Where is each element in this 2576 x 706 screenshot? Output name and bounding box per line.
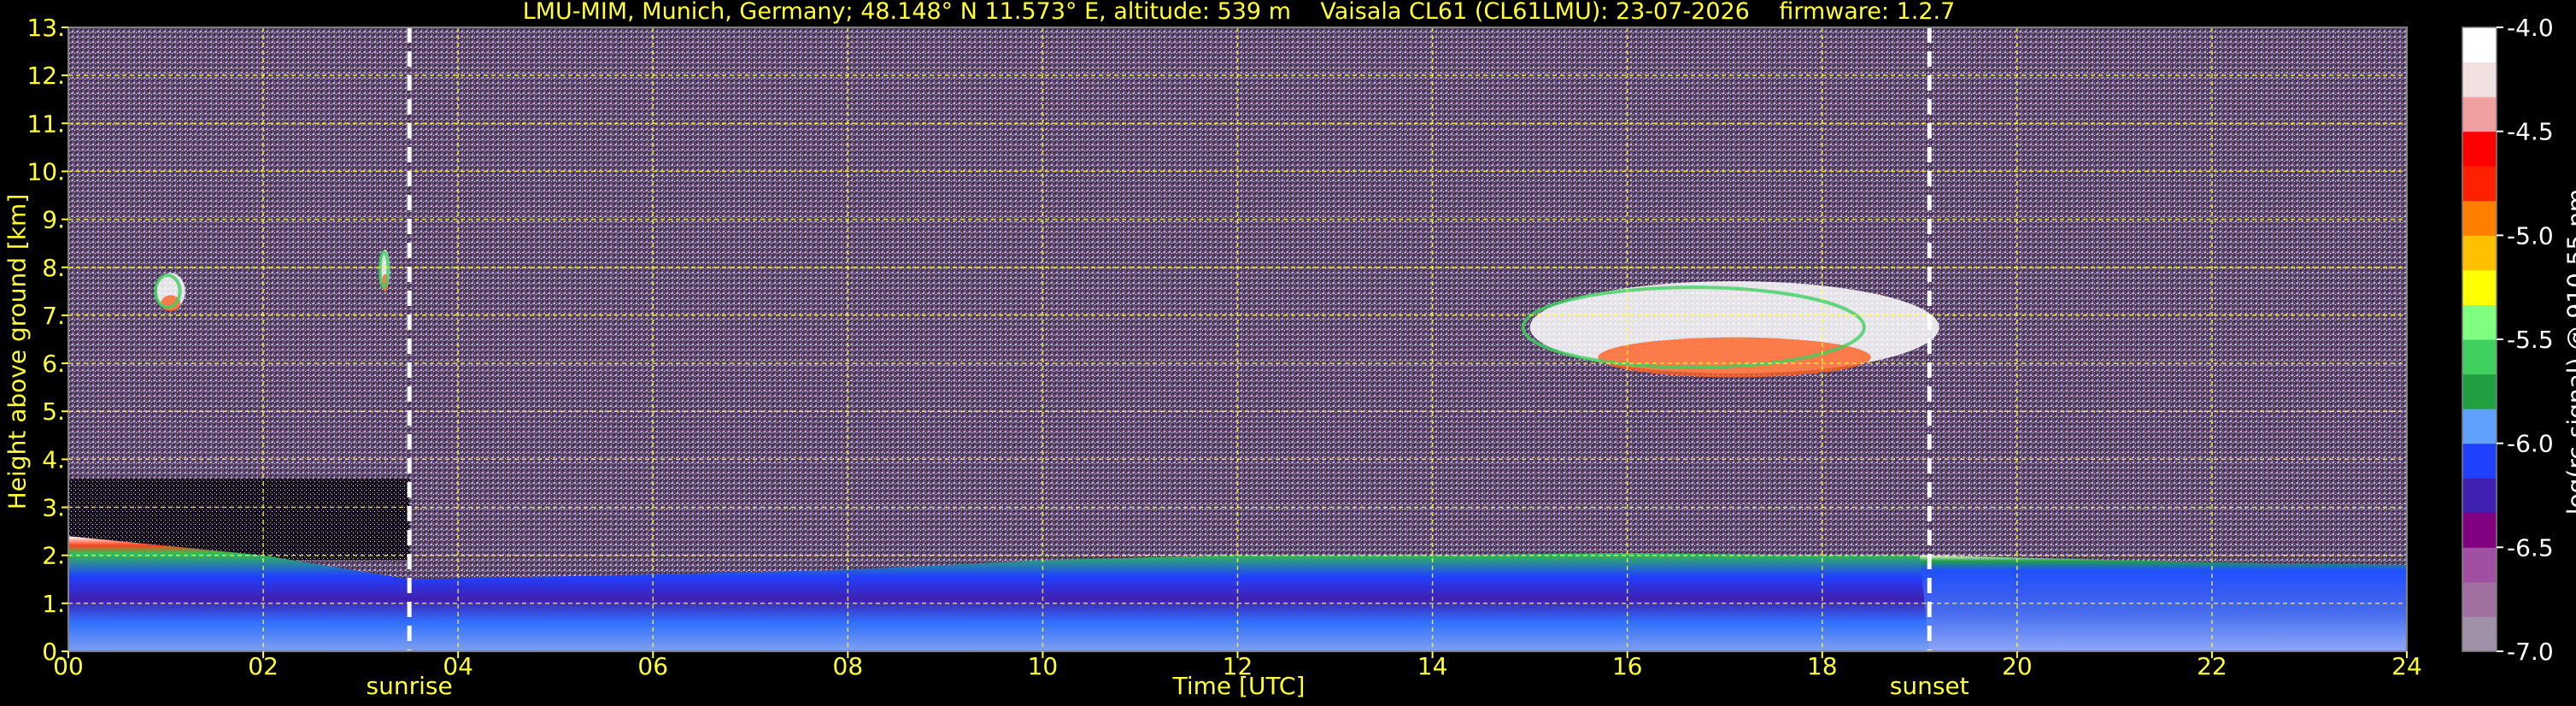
- colorbar-tick-label: -6.0: [2507, 430, 2554, 458]
- x-tick-label: 06: [637, 652, 668, 680]
- colorbar: -4.0 -4.5 -5.0 -5.5 -6.0 -6.5 -7.0: [2462, 14, 2554, 666]
- y-tick-label: 2.: [42, 542, 65, 570]
- colorbar-segment: [2462, 409, 2497, 444]
- y-tick-label: 4.: [42, 445, 65, 474]
- colorbar-tick-label: -5.5: [2507, 326, 2554, 354]
- y-tick-label: 9.: [42, 206, 65, 234]
- colorbar-tick-label: -4.5: [2507, 118, 2554, 146]
- colorbar-segment: [2462, 478, 2497, 514]
- y-tick-label: 8.: [42, 254, 65, 282]
- y-tick-label: 13.: [26, 14, 65, 42]
- colorbar-segment: [2462, 339, 2497, 375]
- colorbar-segment: [2462, 27, 2497, 63]
- y-tick-label: 0.: [42, 638, 65, 666]
- y-tick-label: 3.: [42, 494, 65, 522]
- colorbar-segment: [2462, 97, 2497, 132]
- x-tick-label: 16: [1612, 652, 1643, 680]
- colorbar-tick-label: -5.0: [2507, 221, 2554, 250]
- x-tick-label: 22: [2197, 652, 2227, 680]
- x-tick-label: 18: [1807, 652, 1838, 680]
- x-tick-label: 24: [2391, 652, 2422, 680]
- colorbar-tick-label: -4.0: [2507, 14, 2554, 42]
- cloud-base: [1598, 337, 1871, 378]
- colorbar-label: log(rc-signal) @ 910.55 nm: [2561, 188, 2576, 515]
- colorbar-tick-label: -6.5: [2507, 533, 2554, 562]
- x-tick-label: 08: [833, 652, 864, 680]
- colorbar-segment: [2462, 581, 2497, 617]
- colorbar-segment: [2462, 62, 2497, 97]
- colorbar-segment: [2462, 304, 2497, 340]
- y-tick-label: 10.: [26, 157, 65, 185]
- colorbar-segment: [2462, 235, 2497, 271]
- y-tick-label: 12.: [26, 62, 65, 90]
- colorbar-segment: [2462, 443, 2497, 479]
- x-tick-label: 10: [1028, 652, 1059, 680]
- y-tick-label: 5.: [42, 397, 65, 426]
- ceilometer-chart: sunrise sunset 00 02 04 06 08 10 12 14 16 18 20 22 24…: [26, 14, 2554, 700]
- colorbar-segment: [2462, 166, 2497, 202]
- y-axis-label: Height above ground [km]: [3, 193, 32, 510]
- colorbar-segment: [2462, 200, 2497, 236]
- colorbar-segment: [2462, 374, 2497, 409]
- colorbar-segment: [2462, 616, 2497, 652]
- sunset-label: sunset: [1890, 672, 1969, 700]
- y-tick-label: 11.: [26, 109, 65, 138]
- colorbar-segment: [2462, 547, 2497, 583]
- x-tick-label: 02: [248, 652, 279, 680]
- y-tick-label: 1.: [42, 590, 65, 618]
- y-tick-label: 7.: [42, 302, 65, 330]
- x-axis-label: Time [UTC]: [1172, 672, 1306, 700]
- colorbar-segment: [2462, 512, 2497, 548]
- colorbar-segment: [2462, 131, 2497, 167]
- colorbar-segment: [2462, 269, 2497, 305]
- x-tick-label: 20: [2002, 652, 2033, 680]
- colorbar-tick-label: -7.0: [2507, 638, 2554, 666]
- sunrise-label: sunrise: [367, 672, 453, 700]
- x-tick-label: 04: [443, 652, 473, 680]
- y-tick-label: 6.: [42, 350, 65, 378]
- x-tick-label: 14: [1417, 652, 1448, 680]
